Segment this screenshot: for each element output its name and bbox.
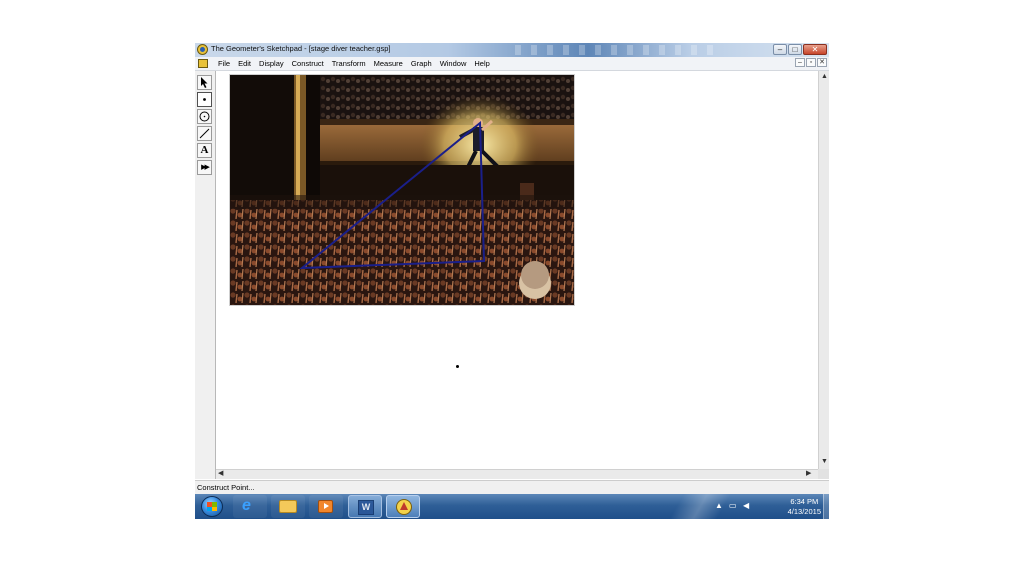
menu-bar: File Edit Display Construct Transform Me… (195, 57, 829, 71)
sketchpad-icon (396, 499, 412, 515)
point-icon (203, 98, 206, 101)
clock[interactable]: 6:34 PM 4/13/2015 (788, 497, 821, 517)
menu-graph[interactable]: Graph (407, 58, 436, 69)
status-text: Construct Point... (197, 483, 255, 492)
clock-date: 4/13/2015 (787, 507, 821, 516)
text-tool[interactable]: A (197, 143, 212, 158)
menu-edit[interactable]: Edit (234, 58, 255, 69)
maximize-button[interactable]: □ (788, 44, 802, 55)
sketchpad-app-icon[interactable] (197, 44, 208, 55)
volume-icon[interactable]: ◀ (743, 501, 749, 510)
scroll-down-icon[interactable]: ▼ (821, 458, 828, 466)
text-a-icon: A (200, 144, 209, 156)
photo-illustration (230, 75, 574, 305)
network-icon[interactable]: ▭ (729, 501, 737, 510)
double-arrow-icon: ▶▶ (201, 164, 210, 171)
document-minimize-button[interactable]: – (795, 58, 805, 67)
document-close-button[interactable]: ✕ (817, 58, 827, 67)
close-button[interactable]: ✕ (803, 44, 827, 55)
menu-construct[interactable]: Construct (288, 58, 328, 69)
custom-tool[interactable]: ▶▶ (197, 160, 212, 175)
scroll-right-icon[interactable]: ▶ (806, 470, 811, 478)
document-restore-button[interactable]: ▫ (806, 58, 816, 67)
window-title: The Geometer's Sketchpad - [stage diver … (211, 44, 391, 53)
constructed-point[interactable] (456, 365, 459, 368)
title-bar-reflection (515, 45, 715, 55)
menu-display[interactable]: Display (255, 58, 288, 69)
menu-window[interactable]: Window (436, 58, 471, 69)
minimize-button[interactable]: – (773, 44, 787, 55)
taskbar-media-player[interactable] (309, 495, 343, 518)
internet-explorer-icon: e (242, 497, 251, 514)
taskbar-word[interactable]: W (348, 495, 382, 518)
circle-icon (199, 111, 210, 122)
taskbar: e W ▲ ▭ ◀ 6:34 PM 4/13/2015 (195, 494, 829, 519)
status-bar: Construct Point... (195, 480, 829, 494)
taskbar-sketchpad[interactable] (386, 495, 420, 518)
clock-time: 6:34 PM (790, 497, 819, 506)
scroll-left-icon[interactable]: ◀ (218, 470, 223, 478)
title-bar[interactable]: The Geometer's Sketchpad - [stage diver … (195, 43, 829, 57)
show-desktop-button[interactable] (823, 494, 829, 519)
toolbox: A ▶▶ (195, 71, 216, 479)
straightedge-tool[interactable] (197, 126, 212, 141)
stage-diver-photo[interactable] (229, 74, 575, 306)
menu-items: File Edit Display Construct Transform Me… (214, 58, 494, 69)
scroll-up-icon[interactable]: ▲ (821, 73, 828, 81)
menu-transform[interactable]: Transform (328, 58, 370, 69)
media-player-icon (318, 500, 333, 513)
document-icon[interactable] (198, 59, 208, 68)
taskbar-internet-explorer[interactable]: e (233, 495, 267, 518)
tray-expand-icon[interactable]: ▲ (715, 501, 723, 510)
arrow-icon (201, 77, 208, 88)
selection-arrow-tool[interactable] (197, 75, 212, 90)
horizontal-scrollbar[interactable]: ◀ ▶ (216, 469, 818, 479)
start-orb-icon[interactable] (201, 496, 223, 517)
file-explorer-icon (279, 500, 297, 513)
word-icon: W (358, 500, 374, 515)
taskbar-file-explorer[interactable] (271, 495, 305, 518)
document-controls: – ▫ ✕ (795, 58, 827, 67)
menu-help[interactable]: Help (470, 58, 493, 69)
menu-measure[interactable]: Measure (370, 58, 407, 69)
sketch-canvas[interactable] (216, 71, 818, 469)
point-tool[interactable] (197, 92, 212, 107)
windows-flag-icon (207, 502, 217, 511)
vertical-scrollbar[interactable]: ▲ ▼ (818, 71, 829, 469)
segment-icon (199, 128, 210, 139)
system-tray: ▲ ▭ ◀ 6:34 PM 4/13/2015 (709, 494, 829, 519)
menu-file[interactable]: File (214, 58, 234, 69)
window-controls: – □ ✕ (773, 44, 827, 56)
desktop-screen: The Geometer's Sketchpad - [stage diver … (195, 43, 829, 519)
compass-tool[interactable] (197, 109, 212, 124)
scrollbar-corner (818, 469, 829, 479)
